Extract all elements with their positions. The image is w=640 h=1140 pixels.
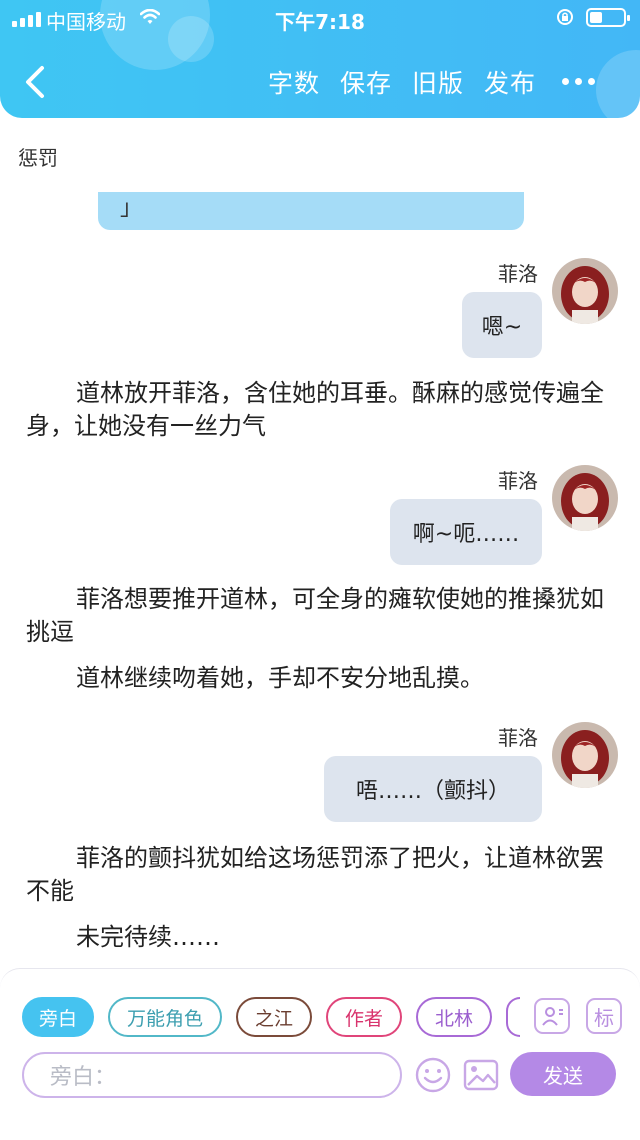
image-icon[interactable]: [462, 1056, 500, 1094]
input-placeholder: 旁白：: [50, 1065, 117, 1090]
message-bubble[interactable]: 啊~呃……: [390, 499, 542, 565]
narration-text[interactable]: 道林继续吻着她，手却不安分地乱摸。: [26, 662, 616, 695]
tag-label: 标: [594, 1005, 614, 1030]
more-icon[interactable]: [562, 78, 595, 85]
chapter-title: 惩罚: [18, 146, 58, 170]
rotation-lock-icon: [557, 9, 573, 25]
battery-icon: [586, 8, 630, 27]
tag-icon[interactable]: 标: [586, 998, 622, 1034]
character-avatar[interactable]: [552, 722, 618, 788]
character-avatar[interactable]: [552, 465, 618, 531]
speaker-name: 菲洛: [498, 469, 538, 493]
previous-message-bubble[interactable]: 」: [98, 192, 524, 230]
character-icon[interactable]: [534, 998, 570, 1034]
role-chip-beilin[interactable]: 北林: [416, 997, 492, 1037]
role-chip-universal[interactable]: 万能角色: [108, 997, 222, 1037]
role-chip-zhijiang[interactable]: 之江: [236, 997, 312, 1037]
top-nav-bar: 中国移动 下午7:18 字数 保存 旧版 发布: [0, 0, 640, 118]
publish-button[interactable]: 发布: [484, 64, 536, 100]
message-bubble[interactable]: 唔……（颤抖）: [324, 756, 542, 822]
message-input[interactable]: 旁白：: [22, 1052, 402, 1098]
narration-text[interactable]: 道林放开菲洛，含住她的耳垂。酥麻的感觉传遍全身，让她没有一丝力气: [26, 377, 616, 443]
clock: 下午7:18: [275, 10, 365, 34]
word-count-button[interactable]: 字数: [268, 64, 320, 100]
old-version-button[interactable]: 旧版: [412, 64, 464, 100]
status-bar: 中国移动 下午7:18: [0, 0, 640, 36]
role-chip-author[interactable]: 作者: [326, 997, 402, 1037]
role-chip-narrator[interactable]: 旁白: [22, 997, 94, 1037]
message-text: 唔……（颤抖）: [355, 779, 510, 804]
send-button[interactable]: 发送: [510, 1052, 616, 1096]
emoji-icon[interactable]: [414, 1056, 452, 1094]
message-text: 啊~呃……: [412, 522, 520, 547]
speaker-name: 菲洛: [498, 726, 538, 750]
message-bubble[interactable]: 嗯~: [462, 292, 542, 358]
save-button[interactable]: 保存: [340, 64, 392, 100]
header-actions: 字数 保存 旧版 发布: [268, 64, 536, 100]
role-chip-partial[interactable]: [506, 997, 520, 1037]
character-avatar[interactable]: [552, 258, 618, 324]
narration-text[interactable]: 未完待续……: [26, 921, 616, 954]
narration-text[interactable]: 菲洛想要推开道林，可全身的瘫软使她的推搡犹如挑逗: [26, 583, 616, 649]
message-text: 嗯~: [481, 315, 523, 340]
narration-text[interactable]: 菲洛的颤抖犹如给这场惩罚添了把火，让道林欲罢不能: [26, 842, 616, 908]
bubble-text: 」: [120, 196, 143, 221]
back-button[interactable]: [20, 62, 52, 102]
speaker-name: 菲洛: [498, 262, 538, 286]
